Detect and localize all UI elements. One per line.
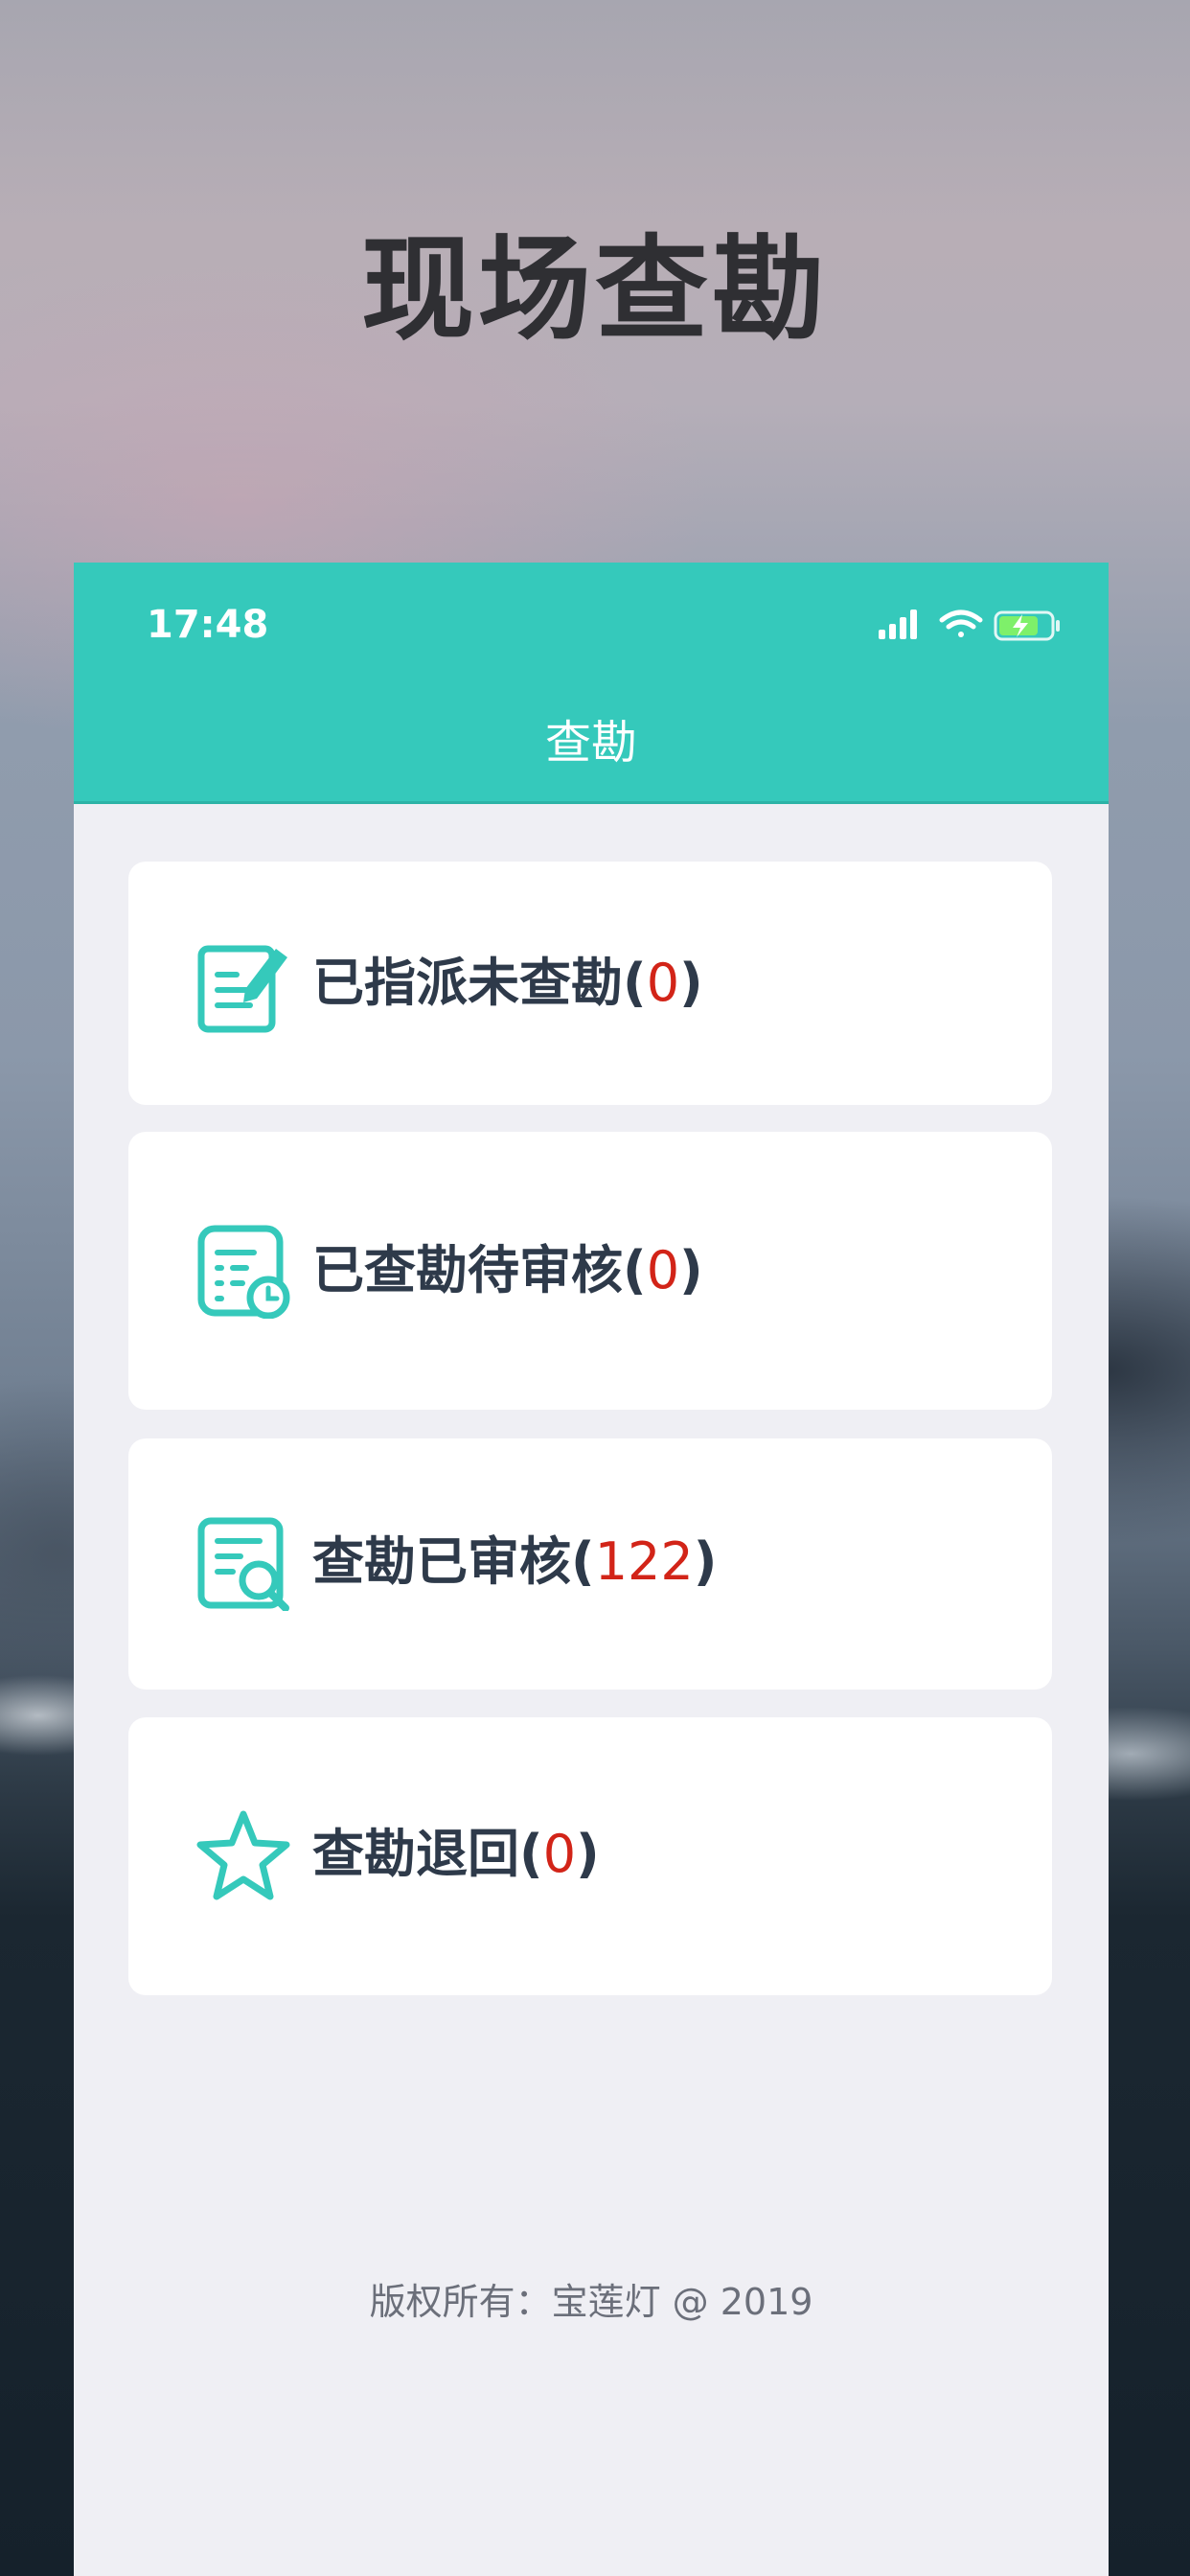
hero-title: 现场查勘 (360, 223, 829, 356)
battery-icon (994, 610, 1060, 641)
document-clock-icon (197, 1225, 290, 1319)
menu-card-survey-reviewed[interactable]: 查勘已审核(122) (128, 1438, 1052, 1690)
wifi-icon (939, 610, 983, 637)
signal-icon (879, 610, 917, 639)
menu-card-surveyed-pending-review[interactable]: 已查勘待审核(0) (128, 1132, 1052, 1410)
menu-card-assigned-not-surveyed[interactable]: 已指派未查勘(0) (128, 862, 1052, 1105)
menu-card-survey-returned[interactable]: 查勘退回(0) (128, 1717, 1052, 1995)
phone-screen: 17:48 查勘 已指派未查勘(0) 已查勘待审核(0) 查勘已审核(122) … (74, 563, 1109, 2576)
nav-title: 查勘 (544, 716, 637, 770)
count-badge: 122 (594, 1531, 694, 1592)
document-search-icon (197, 1517, 289, 1611)
app-header: 17:48 查勘 (74, 563, 1109, 804)
menu-label: 已查勘待审核(0) (312, 1240, 703, 1300)
count-badge: 0 (542, 1824, 577, 1884)
count-badge: 0 (646, 1240, 680, 1300)
count-badge: 0 (646, 953, 680, 1013)
copyright-footer: 版权所有：宝莲灯 @ 2019 (369, 2281, 813, 2323)
status-time: 17:48 (147, 603, 269, 647)
edit-document-icon (197, 945, 287, 1033)
menu-label: 查勘已审核(122) (312, 1531, 718, 1592)
menu-label: 已指派未查勘(0) (312, 953, 703, 1013)
status-icons (879, 610, 1060, 641)
menu-label: 查勘退回(0) (312, 1824, 600, 1884)
star-icon (196, 1810, 290, 1900)
